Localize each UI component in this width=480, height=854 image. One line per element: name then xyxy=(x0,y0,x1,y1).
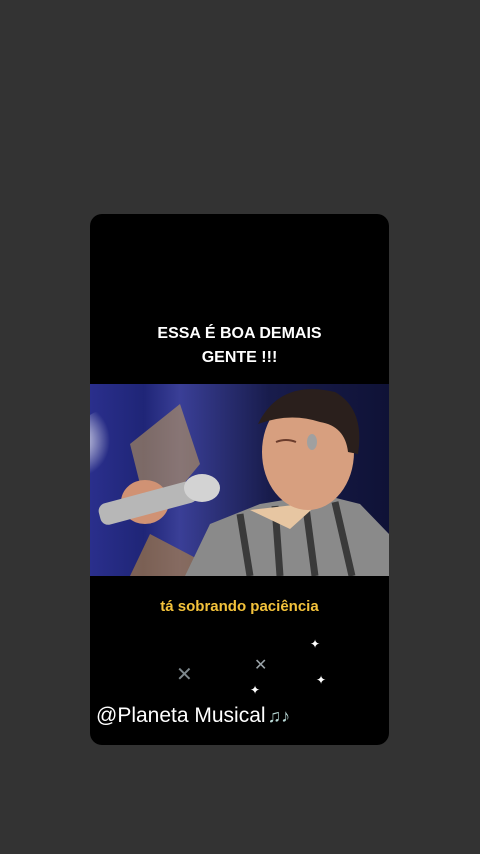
sparkle-icon: ✦ xyxy=(316,673,327,687)
sparkle-icon: ✦ xyxy=(310,637,321,651)
headline-line-2: GENTE !!! xyxy=(201,349,278,366)
watermark: @Planeta Musical ♫♪ xyxy=(96,704,290,728)
music-notes-icon: ♫♪ xyxy=(267,706,291,726)
sparkle-icon: ✕ xyxy=(176,664,193,686)
subtitle-text: tá sobrando paciência xyxy=(160,598,319,615)
headline: ESSA É BOA DEMAIS GENTE !!! xyxy=(90,322,389,370)
watermark-text: @Planeta Musical xyxy=(96,704,266,727)
sparkle-icon: ✕ xyxy=(254,657,268,674)
sparkle-icon: ✦ xyxy=(250,683,261,697)
story-card[interactable]: ESSA É BOA DEMAIS GENTE !!! tá sobrando … xyxy=(90,214,389,745)
singer-image xyxy=(90,389,389,576)
headline-line-1: ESSA É BOA DEMAIS xyxy=(157,325,322,342)
video-frame[interactable] xyxy=(90,384,389,576)
